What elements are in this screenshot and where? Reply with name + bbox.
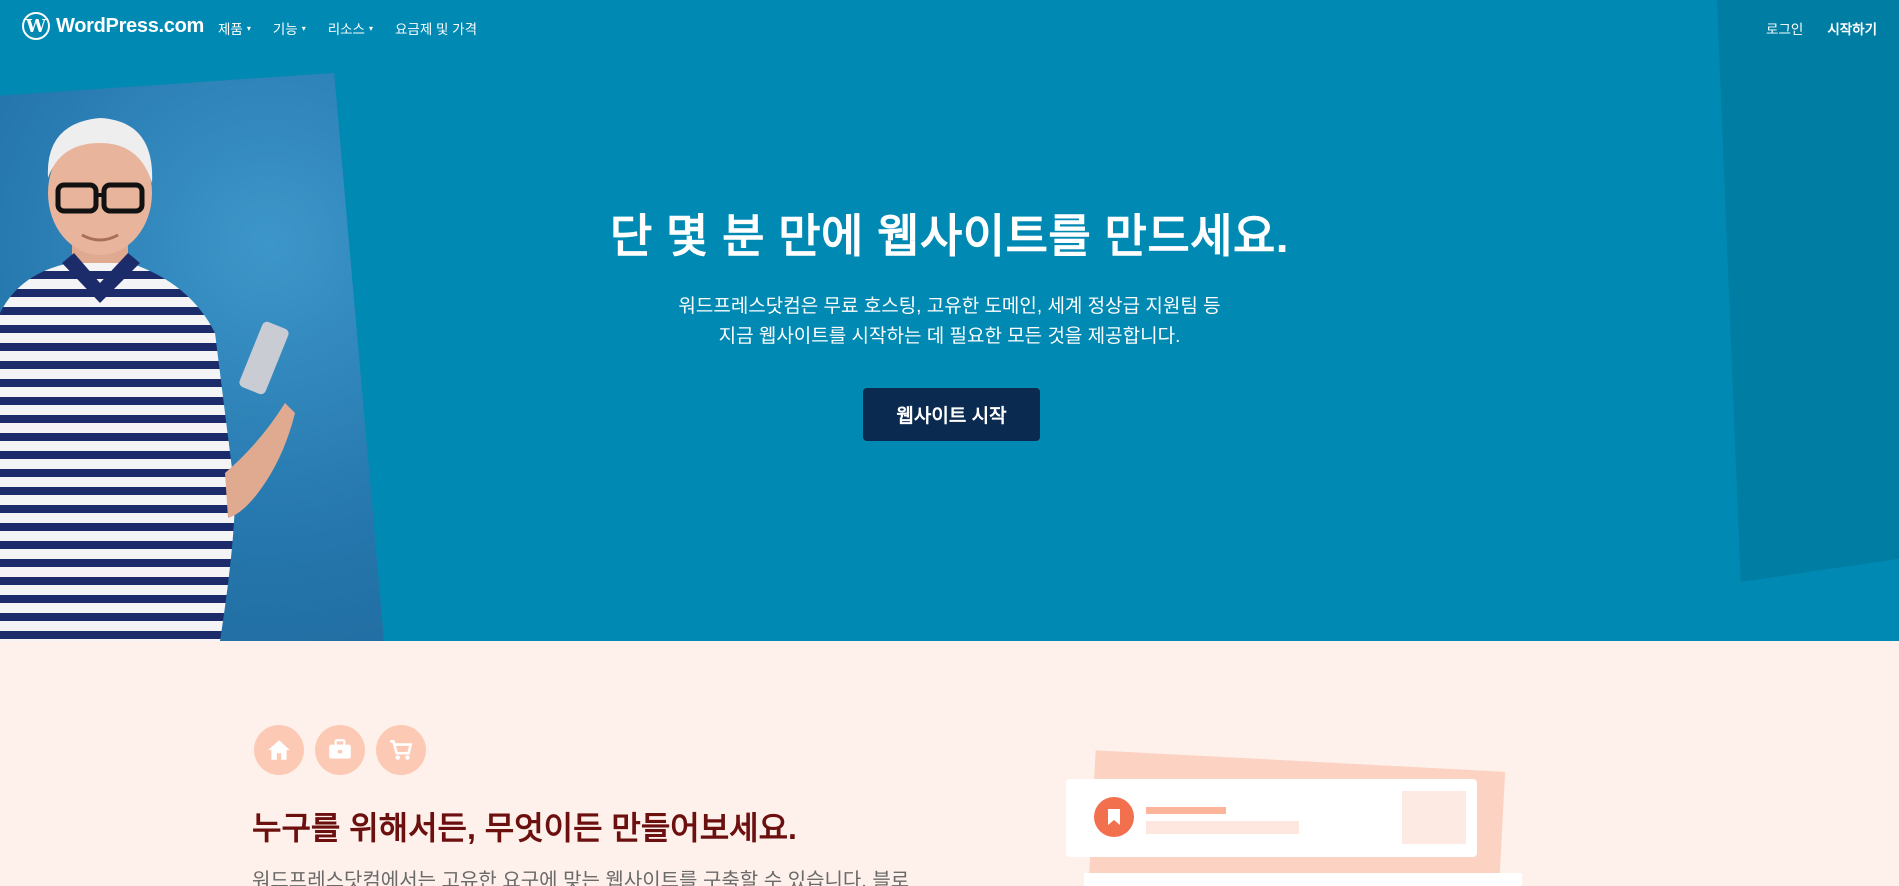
hero-subtitle-line-2: 지금 웹사이트를 시작하는 데 필요한 모든 것을 제공합니다. xyxy=(718,326,1181,347)
get-started-link[interactable]: 시작하기 xyxy=(1827,18,1877,38)
nav-actions: 로그인 시작하기 xyxy=(1766,18,1877,38)
category-icons xyxy=(254,725,426,775)
illustration-line xyxy=(1146,821,1299,834)
illustration-card xyxy=(1066,779,1477,857)
wordpress-logo-icon: W xyxy=(22,12,50,40)
brand-name: WordPress.com xyxy=(56,14,205,37)
start-website-button[interactable]: 웹사이트 시작 xyxy=(863,388,1040,441)
briefcase-icon xyxy=(315,725,365,775)
illustration-card-lower xyxy=(1084,873,1522,886)
menu-item-pricing[interactable]: 요금제 및 가격 xyxy=(395,18,477,38)
home-icon xyxy=(254,725,304,775)
menu-item-label: 기능 xyxy=(272,22,298,37)
main-menu: 제품 ▾ 기능 ▾ 리소스 ▾ 요금제 및 가격 xyxy=(218,18,477,38)
login-link[interactable]: 로그인 xyxy=(1766,18,1803,38)
menu-item-features[interactable]: 기능 ▾ xyxy=(273,18,306,38)
person-holding-phone-illustration xyxy=(0,118,295,641)
menu-item-label: 리소스 xyxy=(327,22,365,37)
menu-item-label: 제품 xyxy=(218,22,243,37)
cart-icon xyxy=(376,725,426,775)
chevron-down-icon: ▾ xyxy=(246,23,251,33)
section-description: 워드프레스닷컴에서는 고유한 요구에 맞는 웹사이트를 구축할 수 있습니다. … xyxy=(252,870,910,886)
wordpress-logo[interactable]: W WordPress.com xyxy=(22,12,204,40)
bookmark-icon xyxy=(1094,797,1134,837)
illustration-thumbnail xyxy=(1402,791,1466,844)
hero-decorative-shape xyxy=(1717,0,1899,582)
hero-section: W WordPress.com 제품 ▾ 기능 ▾ 리소스 ▾ 요금제 및 가격… xyxy=(0,0,1899,641)
menu-item-resources[interactable]: 리소스 ▾ xyxy=(328,18,373,38)
site-builder-illustration xyxy=(1064,750,1564,886)
hero-subtitle: 워드프레스닷컴은 무료 호스팅, 고유한 도메인, 세계 정상급 지원팀 등 지… xyxy=(0,292,1899,352)
hero-subtitle-line-1: 워드프레스닷컴은 무료 호스팅, 고유한 도메인, 세계 정상급 지원팀 등 xyxy=(678,296,1221,317)
chevron-down-icon: ▾ xyxy=(368,23,373,33)
hero-photo xyxy=(0,73,384,641)
section-title: 누구를 위해서든, 무엇이든 만들어보세요. xyxy=(252,810,797,846)
hero-title: 단 몇 분 만에 웹사이트를 만드세요. xyxy=(609,210,1290,262)
chevron-down-icon: ▾ xyxy=(301,23,306,33)
menu-item-products[interactable]: 제품 ▾ xyxy=(218,18,251,38)
top-navigation: W WordPress.com 제품 ▾ 기능 ▾ 리소스 ▾ 요금제 및 가격… xyxy=(0,0,1899,54)
illustration-line xyxy=(1146,807,1226,814)
menu-item-label: 요금제 및 가격 xyxy=(395,22,478,37)
features-section: 누구를 위해서든, 무엇이든 만들어보세요. 워드프레스닷컴에서는 고유한 요구… xyxy=(0,641,1899,886)
